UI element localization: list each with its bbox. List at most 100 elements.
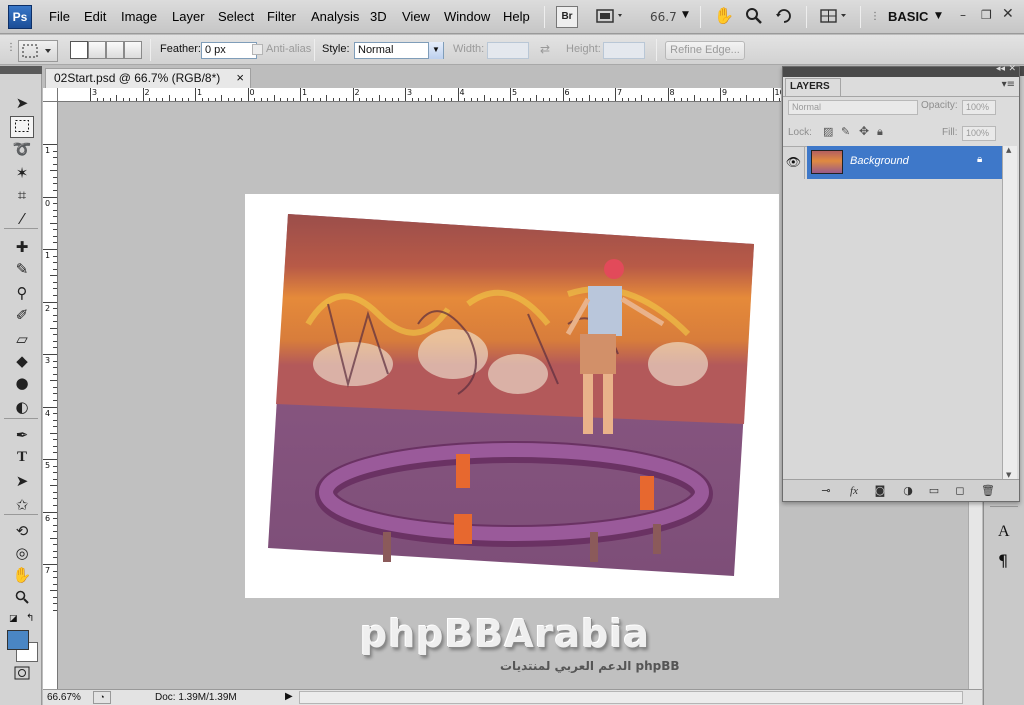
workspace-switcher[interactable]: BASIC xyxy=(888,9,928,24)
horizontal-scrollbar[interactable] xyxy=(299,691,963,704)
panel-menu-icon[interactable]: ▾≡ xyxy=(1002,79,1015,90)
lock-position-icon[interactable]: ✥ xyxy=(859,124,869,138)
add-mask-icon[interactable]: ◙ xyxy=(871,483,889,499)
blend-mode-select[interactable]: Normal xyxy=(788,100,918,115)
history-brush-tool[interactable]: ✐ xyxy=(10,304,34,326)
clone-stamp-tool[interactable]: ⚲ xyxy=(10,282,34,304)
antialias-checkbox[interactable] xyxy=(252,44,263,55)
swap-icon[interactable]: ⇄ xyxy=(540,42,550,56)
swap-colors-icon[interactable]: ↰ xyxy=(26,613,34,624)
subtract-selection-mode[interactable] xyxy=(106,41,124,59)
intersect-selection-mode[interactable] xyxy=(124,41,142,59)
layers-tab[interactable]: LAYERS xyxy=(785,78,841,96)
character-panel-icon[interactable]: A xyxy=(998,523,1010,541)
ruler-origin[interactable] xyxy=(43,88,58,102)
hand-tool-button[interactable]: ✋ xyxy=(712,6,736,28)
path-selection-tool[interactable]: ➤ xyxy=(10,470,34,492)
rotate-view-button[interactable] xyxy=(772,6,796,28)
restore-icon[interactable]: ❐ xyxy=(981,8,992,22)
menu-filter[interactable]: Filter xyxy=(267,9,296,24)
type-tool[interactable]: T xyxy=(10,446,34,468)
shape-tool[interactable]: ✩ xyxy=(10,494,34,516)
layer-row-background[interactable]: Background 🔒︎ xyxy=(807,146,1002,179)
tool-preset-picker[interactable] xyxy=(18,40,58,62)
zoom-tool-button[interactable] xyxy=(742,6,766,28)
scroll-down-icon[interactable]: ▼ xyxy=(1006,471,1011,479)
close-icon[interactable]: ✕ xyxy=(1008,64,1016,74)
close-icon[interactable]: ✕ xyxy=(1002,6,1014,22)
layers-scrollbar[interactable]: ▲ ▼ xyxy=(1002,146,1017,479)
magic-wand-tool[interactable]: ✶ xyxy=(10,162,34,184)
dodge-tool[interactable]: ◐ xyxy=(10,396,34,418)
menu-layer[interactable]: Layer xyxy=(172,9,205,24)
link-layers-icon[interactable]: ⊸ xyxy=(817,483,835,499)
new-layer-icon[interactable]: ◻ xyxy=(951,483,969,499)
style-select[interactable]: Normal ▼ xyxy=(354,42,444,59)
menu-help[interactable]: Help xyxy=(503,9,530,24)
photoshop-logo[interactable]: Ps xyxy=(8,5,32,29)
document-tab[interactable]: 02Start.psd @ 66.7% (RGB/8*) × xyxy=(45,68,251,88)
rect-marquee-icon xyxy=(22,44,51,58)
status-menu-icon[interactable]: ◔ xyxy=(93,691,111,704)
3d-rotate-tool[interactable]: ⟲ xyxy=(10,520,34,542)
new-group-icon[interactable]: ▭ xyxy=(925,483,943,499)
healing-brush-tool[interactable]: ✚ xyxy=(10,236,34,258)
layer-visibility-toggle[interactable]: 👁︎ xyxy=(783,146,805,179)
bridge-button[interactable]: Br xyxy=(556,6,578,28)
menu-select[interactable]: Select xyxy=(218,9,254,24)
adjustment-layer-icon[interactable]: ◑ xyxy=(899,483,917,499)
fx-icon[interactable]: fx xyxy=(845,483,863,499)
menu-file[interactable]: File xyxy=(49,9,70,24)
height-input[interactable] xyxy=(603,42,645,59)
zoom-level[interactable]: 66.7 xyxy=(650,10,677,24)
blur-tool[interactable]: ● xyxy=(10,372,34,394)
quick-mask-button[interactable] xyxy=(10,664,34,686)
feather-input[interactable]: 0 px xyxy=(201,42,257,59)
trash-icon[interactable]: 🗑︎ xyxy=(979,483,997,499)
menu-window[interactable]: Window xyxy=(444,9,490,24)
lasso-tool[interactable]: ➰ xyxy=(10,138,34,160)
screen-mode-button[interactable] xyxy=(592,6,628,28)
separator xyxy=(314,39,315,61)
menu-analysis[interactable]: Analysis xyxy=(311,9,359,24)
minimize-icon[interactable]: – xyxy=(960,8,966,22)
move-tool[interactable]: ➤ xyxy=(10,92,34,114)
status-arrow-icon[interactable]: ▶ xyxy=(285,691,293,702)
paint-bucket-tool[interactable]: ◆ xyxy=(10,350,34,372)
crop-tool[interactable]: ⌗ xyxy=(10,184,34,206)
lock-transparent-icon[interactable]: ▨ xyxy=(823,125,833,138)
menu-edit[interactable]: Edit xyxy=(84,9,106,24)
zoom-percentage[interactable]: 66.67% xyxy=(47,692,81,703)
menu-view[interactable]: View xyxy=(402,9,430,24)
add-selection-mode[interactable] xyxy=(88,41,106,59)
menu-image[interactable]: Image xyxy=(121,9,157,24)
scroll-up-icon[interactable]: ▲ xyxy=(1006,146,1011,154)
eyedropper-tool[interactable]: ⁄ xyxy=(10,208,34,230)
width-input[interactable] xyxy=(487,42,529,59)
paragraph-panel-icon[interactable]: ¶ xyxy=(998,551,1008,570)
ruler-minor-tick xyxy=(431,95,433,101)
foreground-color-swatch[interactable] xyxy=(7,630,29,650)
default-colors-icon[interactable]: ◪ xyxy=(9,614,18,624)
refine-edge-button[interactable]: Refine Edge... xyxy=(665,41,745,60)
lock-all-icon[interactable]: 🔒︎ xyxy=(877,125,883,139)
hand-tool[interactable]: ✋ xyxy=(10,564,34,586)
brush-tool[interactable]: ✎ xyxy=(10,258,34,280)
ruler-minor-tick xyxy=(50,590,57,592)
close-icon[interactable]: × xyxy=(236,69,244,87)
arrange-documents-button[interactable] xyxy=(816,6,852,28)
menu-3d[interactable]: 3D xyxy=(370,9,387,24)
eraser-tool[interactable]: ▱ xyxy=(10,328,34,350)
chevron-down-icon[interactable]: ▼ xyxy=(682,10,689,20)
zoom-tool[interactable] xyxy=(10,588,34,610)
fill-input[interactable]: 100% xyxy=(962,126,996,141)
chevron-down-icon[interactable]: ▼ xyxy=(428,42,443,59)
chevron-down-icon[interactable]: ▼ xyxy=(935,11,942,21)
opacity-input[interactable]: 100% xyxy=(962,100,996,115)
pen-tool[interactable]: ✒ xyxy=(10,424,34,446)
new-selection-mode[interactable] xyxy=(70,41,88,59)
collapse-icon[interactable]: ◂◂ xyxy=(996,64,1005,74)
3d-orbit-tool[interactable]: ◎ xyxy=(10,542,34,564)
marquee-tool[interactable] xyxy=(10,116,34,138)
lock-image-icon[interactable]: ✎ xyxy=(841,125,850,138)
